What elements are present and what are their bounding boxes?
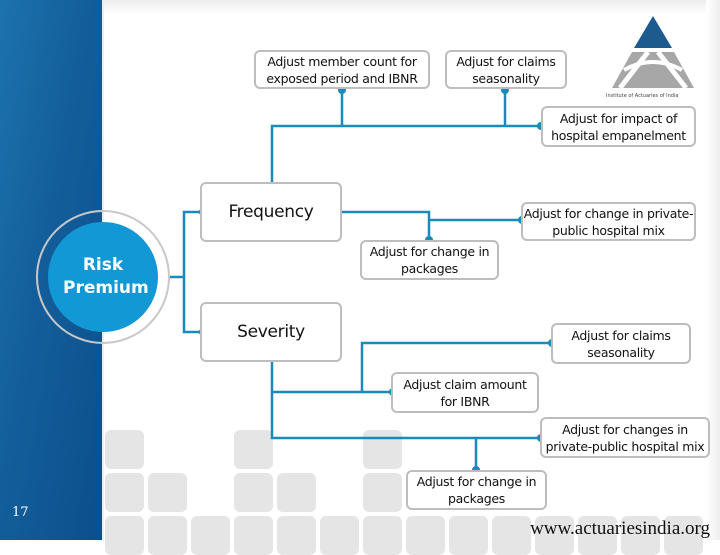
page-number: 17 <box>12 505 29 520</box>
branch-severity: Severity <box>200 302 342 362</box>
branch-frequency: Frequency <box>200 182 342 242</box>
frequency-adj-seasonality: Adjust for claims seasonality <box>445 50 567 89</box>
frequency-adj-hospital-mix: Adjust for change in private-public hosp… <box>521 202 696 241</box>
severity-adj-hospital-mix: Adjust for changes in private-public hos… <box>540 417 710 458</box>
root-label: Risk Premium <box>63 255 149 298</box>
website-link[interactable]: www.actuariesindia.org <box>530 518 710 540</box>
severity-adj-ibnr: Adjust claim amount for IBNR <box>391 372 539 413</box>
root-connector <box>168 210 203 334</box>
frequency-adj-empanelment: Adjust for impact of hospital empanelmen… <box>541 106 696 147</box>
frequency-adj-packages: Adjust for change in packages <box>360 240 499 280</box>
severity-adj-packages: Adjust for change in packages <box>406 470 547 510</box>
severity-adj-seasonality: Adjust for claims seasonality <box>551 323 691 364</box>
frequency-right-bus <box>342 210 522 240</box>
frequency-adj-member-count: Adjust member count for exposed period a… <box>254 50 430 89</box>
root-node: Risk Premium <box>48 222 158 332</box>
frequency-top-bus <box>270 88 541 182</box>
